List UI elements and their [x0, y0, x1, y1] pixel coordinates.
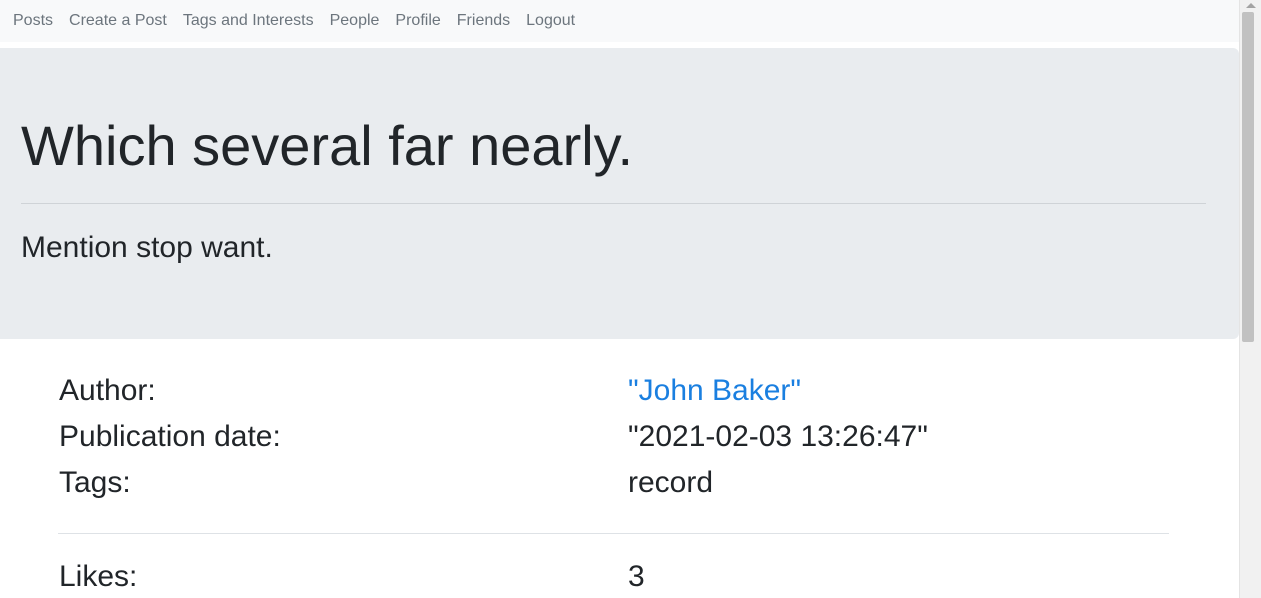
vertical-scrollbar[interactable]	[1239, 0, 1261, 598]
likes-label: Likes:	[59, 560, 138, 593]
publication-date-label: Publication date:	[59, 420, 281, 453]
nav-profile-link[interactable]: Profile	[387, 0, 448, 42]
top-navbar: Posts Create a Post Tags and Interests P…	[0, 0, 1239, 42]
post-title: Which several far nearly.	[21, 114, 634, 177]
nav-create-post-link[interactable]: Create a Post	[61, 0, 175, 42]
likes-row: Likes: 3	[58, 554, 1169, 598]
post-details: Author: "John Baker" Publication date: "…	[58, 368, 1169, 506]
likes-count: 3	[628, 560, 645, 593]
nav-friends-link[interactable]: Friends	[449, 0, 518, 42]
author-row: Author: "John Baker"	[58, 368, 1169, 414]
author-link[interactable]: "John Baker"	[628, 368, 801, 414]
post-header-jumbotron: Which several far nearly. Mention stop w…	[0, 48, 1239, 339]
details-divider	[58, 533, 1169, 534]
post-body: Mention stop want.	[21, 231, 273, 264]
tags-label: Tags:	[59, 466, 131, 499]
tags-value: record	[628, 466, 714, 499]
tags-row: Tags: record	[58, 460, 1169, 506]
scrollbar-thumb[interactable]	[1242, 12, 1254, 342]
publication-date-row: Publication date: "2021-02-03 13:26:47"	[58, 414, 1169, 460]
scroll-up-arrow-icon[interactable]	[1246, 3, 1256, 8]
nav-people-link[interactable]: People	[322, 0, 388, 42]
nav-tags-interests-link[interactable]: Tags and Interests	[175, 0, 322, 42]
nav-posts-link[interactable]: Posts	[5, 0, 61, 42]
nav-logout-link[interactable]: Logout	[518, 0, 583, 42]
author-label: Author:	[59, 374, 156, 407]
browser-viewport: Posts Create a Post Tags and Interests P…	[0, 0, 1261, 598]
post-detail-page: Posts Create a Post Tags and Interests P…	[0, 0, 1239, 598]
header-divider	[21, 203, 1206, 204]
publication-date-value: "2021-02-03 13:26:47"	[628, 420, 928, 453]
